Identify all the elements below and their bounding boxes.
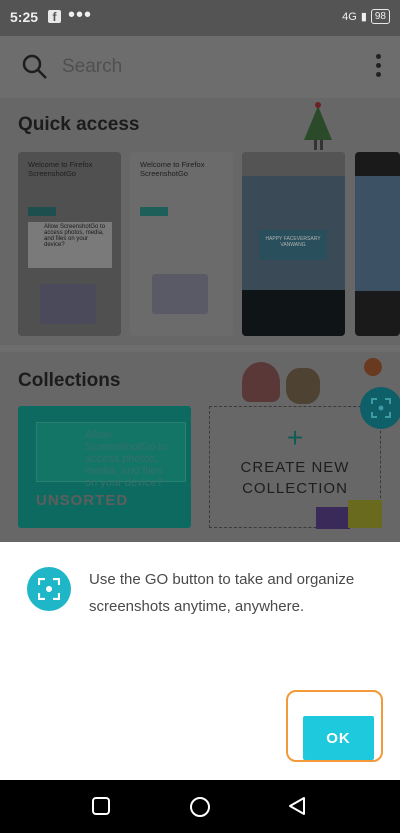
screenshot-capture-icon <box>38 578 60 600</box>
ok-button[interactable]: OK <box>303 716 374 760</box>
thumbnail-heading: Welcome to Firefox ScreenshotGo <box>28 160 93 178</box>
create-collection-line2: COLLECTION <box>242 480 348 497</box>
search-icon <box>22 54 47 79</box>
go-floating-button[interactable] <box>360 387 400 429</box>
gift-decoration-icon <box>316 507 350 529</box>
screenshot-thumbnail[interactable]: Welcome to Firefox ScreenshotGo <box>130 152 233 336</box>
quick-access-section: Quick access Welcome to Firefox Screensh… <box>0 98 400 345</box>
status-right: 4G ▮ 98 <box>342 9 390 24</box>
status-time: 5:25 <box>10 9 39 25</box>
collections-title: Collections <box>18 370 121 391</box>
signal-label: 4G <box>342 10 357 23</box>
go-button-icon <box>27 567 71 611</box>
unsorted-preview: Allow ScreenshotGo to access photos, med… <box>36 422 186 489</box>
home-icon[interactable] <box>189 796 211 818</box>
more-notifications-icon: ••• <box>68 4 93 26</box>
search-bar[interactable]: Search <box>0 36 400 99</box>
ok-button-highlight: OK <box>286 690 383 762</box>
status-bar: 5:25 f ••• 4G ▮ 98 <box>0 0 400 36</box>
ornament-decoration-icon <box>364 358 382 376</box>
christmas-tree-icon <box>304 102 332 150</box>
create-collection-line1: CREATE NEW <box>240 459 350 476</box>
go-button-tip-dialog: Use the GO button to take and organize s… <box>0 542 400 780</box>
facebook-notification-icon: f <box>48 10 61 24</box>
thumbnail-banner: HAPPY FACEVERSARY VANWANG <box>259 230 327 260</box>
screenshot-thumbnail[interactable]: HAPPY FACEVERSARY VANWANG <box>242 152 345 336</box>
screenshot-thumbnail[interactable] <box>355 152 400 336</box>
quick-access-title: Quick access <box>18 114 140 135</box>
signal-icon: ▮ <box>360 11 367 23</box>
battery-icon: 98 <box>370 9 390 24</box>
plus-icon: + <box>286 422 304 453</box>
screenshot-capture-icon <box>371 398 391 418</box>
thumbnail-dialog-text: Allow ScreenshotGo to access photos, med… <box>28 222 112 268</box>
gift-decoration-icon <box>348 500 382 528</box>
reindeer-decoration-icon <box>286 368 320 404</box>
unsorted-label: UNSORTED <box>36 492 129 509</box>
unsorted-collection-card[interactable]: Allow ScreenshotGo to access photos, med… <box>18 406 191 528</box>
recents-icon[interactable] <box>91 796 111 816</box>
overflow-menu-icon[interactable] <box>376 54 382 81</box>
screenshot-thumbnail[interactable]: Welcome to Firefox ScreenshotGo Allow Sc… <box>18 152 121 336</box>
search-input[interactable]: Search <box>62 56 122 78</box>
navigation-bar <box>0 780 400 833</box>
dialog-message: Use the GO button to take and organize s… <box>89 571 355 615</box>
back-icon[interactable] <box>287 796 307 816</box>
santa-decoration-icon <box>242 362 280 402</box>
thumbnail-heading: Welcome to Firefox ScreenshotGo <box>140 160 205 178</box>
